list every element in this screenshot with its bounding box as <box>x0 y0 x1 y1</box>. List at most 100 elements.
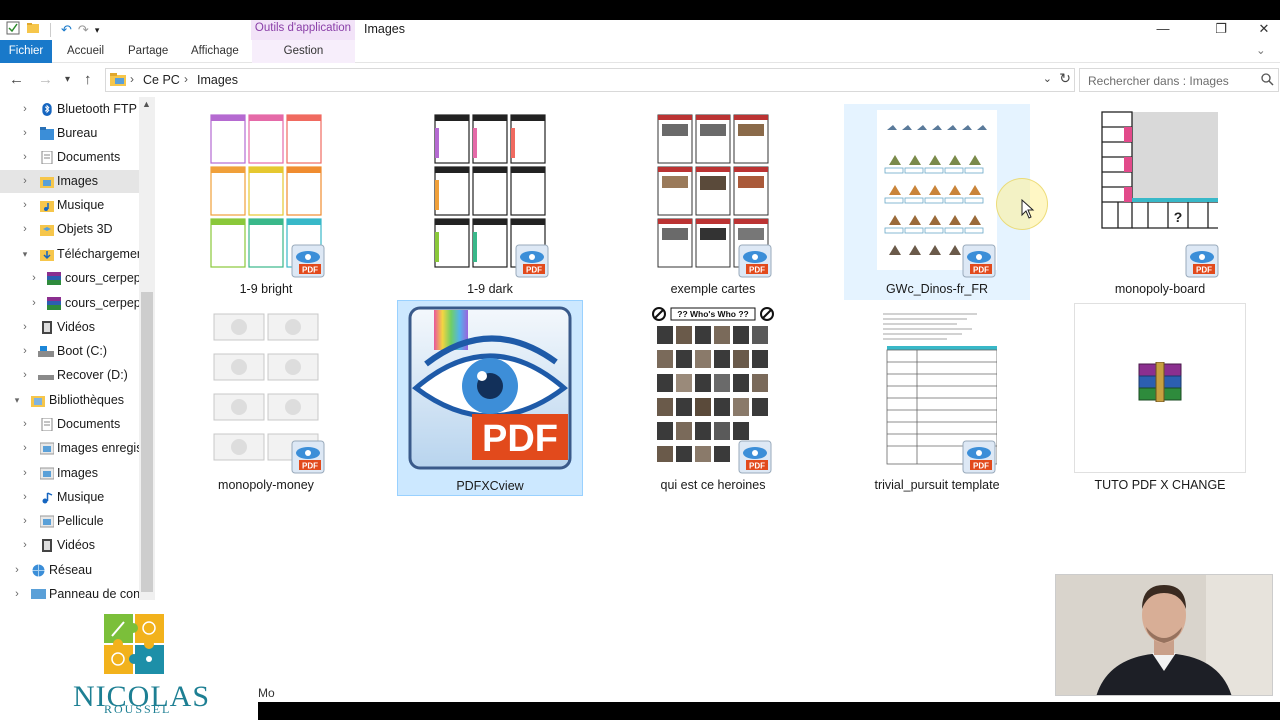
address-dropdown-icon[interactable]: ⌄ <box>1043 72 1052 85</box>
tab-fichier[interactable]: Fichier <box>0 40 52 63</box>
sidebar-item-label: cours_cerpep_ <box>65 296 139 310</box>
sidebar-item-lib-documents[interactable]: › Documents <box>0 413 139 436</box>
drive-icon <box>38 375 54 380</box>
search-icon[interactable] <box>1261 73 1274 86</box>
navigation-pane[interactable]: › Bluetooth FTP › Bureau › Documents › I… <box>0 97 155 600</box>
file-tile[interactable]: ? PDF monopoly-board <box>1067 104 1253 300</box>
file-tile[interactable]: TUTO PDF X CHANGE <box>1067 300 1253 496</box>
sidebar-item-objets-3d[interactable]: › Objets 3D <box>0 218 139 241</box>
expand-icon[interactable]: › <box>19 316 31 339</box>
presenter-video <box>1056 575 1272 695</box>
file-tile[interactable]: PDF trivial_pursuit template <box>844 300 1030 496</box>
sidebar-item-lib-musique[interactable]: › Musique <box>0 486 139 509</box>
minimize-button[interactable]: — <box>1140 20 1186 40</box>
expand-icon[interactable]: › <box>19 122 31 145</box>
expand-icon[interactable]: › <box>19 170 31 193</box>
application-tools-tab[interactable]: Outils d'application <box>251 20 355 40</box>
file-tile[interactable]: PDF 1-9 dark <box>397 104 583 300</box>
sidebar-item-videos[interactable]: › Vidéos <box>0 316 139 339</box>
sidebar-item-cours-cerpep-1[interactable]: › cours_cerpep_ <box>0 267 139 290</box>
search-box[interactable]: Rechercher dans : Images <box>1079 68 1279 92</box>
expand-icon[interactable]: › <box>19 218 31 241</box>
address-field[interactable]: › Ce PC › Images ⌄ ↻ <box>105 68 1075 92</box>
desktop-folder-icon <box>40 127 54 140</box>
expand-icon[interactable]: › <box>19 364 31 387</box>
tab-affichage[interactable]: Affichage <box>191 40 239 63</box>
tab-partage[interactable]: Partage <box>128 40 168 63</box>
refresh-icon[interactable]: ↻ <box>1059 70 1071 87</box>
sidebar-item-reseau[interactable]: › Réseau <box>0 559 139 582</box>
search-input[interactable]: Rechercher dans : Images <box>1088 74 1229 88</box>
expand-icon[interactable]: › <box>28 292 40 315</box>
pdf-xchange-badge-icon: PDF <box>738 440 772 474</box>
sidebar-item-telechargements[interactable]: ▾ Téléchargement <box>0 243 139 266</box>
expand-icon[interactable]: › <box>28 267 40 290</box>
redo-icon[interactable]: ↷ <box>78 21 89 39</box>
collapse-icon[interactable]: ▾ <box>19 243 31 266</box>
sidebar-item-panneau-de-configuration[interactable]: › Panneau de conf <box>0 583 139 600</box>
svg-text:PDF: PDF <box>973 266 989 275</box>
expand-icon[interactable]: › <box>19 437 31 460</box>
close-button[interactable]: ✕ <box>1248 20 1280 40</box>
expand-icon[interactable]: › <box>19 413 31 436</box>
sidebar-item-label: Bluetooth FTP <box>57 102 137 116</box>
restore-button[interactable]: ❐ <box>1198 20 1244 40</box>
file-view[interactable]: PDF 1-9 bright PDF 1-9 dark PDF exemple … <box>155 97 1280 600</box>
svg-text:PDF: PDF <box>973 462 989 471</box>
recent-locations-icon[interactable]: ▾ <box>65 74 70 85</box>
file-tile[interactable]: PDF exemple cartes <box>620 104 806 300</box>
pdf-xchange-badge-icon: PDF <box>962 440 996 474</box>
up-icon[interactable]: ↑ <box>84 71 92 88</box>
sidebar-item-musique[interactable]: › Musique <box>0 194 139 217</box>
sidebar-item-images-enregistrees[interactable]: › Images enregis <box>0 437 139 460</box>
window-title: Images <box>364 22 405 36</box>
expand-icon[interactable]: › <box>19 534 31 557</box>
sidebar-item-pellicule[interactable]: › Pellicule <box>0 510 139 533</box>
breadcrumb-ce-pc[interactable]: Ce PC <box>143 73 180 87</box>
breadcrumb-images[interactable]: Images <box>197 73 238 87</box>
sidebar-item-lib-videos[interactable]: › Vidéos <box>0 534 139 557</box>
pdf-xchange-badge-icon: PDF <box>738 244 772 278</box>
sidebar-item-bibliotheques[interactable]: ▾ Bibliothèques <box>0 389 139 412</box>
undo-icon[interactable]: ↶ <box>61 21 72 39</box>
expand-icon[interactable]: › <box>19 486 31 509</box>
videos-folder-icon <box>42 539 52 552</box>
sidebar-item-lib-images[interactable]: › Images <box>0 462 139 485</box>
sidebar-item-label: Images <box>57 466 98 480</box>
collapse-icon[interactable]: ▾ <box>11 389 23 412</box>
forward-icon[interactable]: → <box>38 71 53 88</box>
expand-icon[interactable]: › <box>19 510 31 533</box>
file-tile[interactable]: ?? Who's Who ?? PDF qui est ce heroines <box>620 300 806 496</box>
file-tile[interactable]: PDF monopoly-money <box>173 300 359 496</box>
file-name: 1-9 dark <box>467 282 513 296</box>
sidebar-item-bluetooth-ftp[interactable]: › Bluetooth FTP <box>0 98 139 121</box>
expand-icon[interactable]: › <box>19 462 31 485</box>
file-tile[interactable]: PDF 1-9 bright <box>173 104 359 300</box>
expand-icon[interactable]: › <box>19 98 31 121</box>
expand-icon[interactable]: › <box>19 194 31 217</box>
board-question-mark: ? <box>1174 209 1183 225</box>
properties-icon[interactable] <box>6 21 20 40</box>
scroll-up-icon[interactable]: ▲ <box>142 99 151 109</box>
scrollbar-thumb[interactable] <box>141 292 153 592</box>
whos-who-title: ?? Who's Who ?? <box>677 309 748 319</box>
tab-accueil[interactable]: Accueil <box>67 40 104 63</box>
sidebar-item-boot-c[interactable]: › Boot (C:) <box>0 340 139 363</box>
expand-icon[interactable]: › <box>11 559 23 582</box>
file-tile-selected[interactable]: PDF PDFXCview <box>397 300 583 496</box>
expand-icon[interactable]: › <box>19 340 31 363</box>
navigation-scrollbar[interactable]: ▲ <box>139 97 155 600</box>
back-icon[interactable]: ← <box>9 71 24 88</box>
sidebar-item-documents[interactable]: › Documents <box>0 146 139 169</box>
sidebar-item-bureau[interactable]: › Bureau <box>0 122 139 145</box>
sidebar-item-images[interactable]: › Images <box>0 170 139 193</box>
expand-icon[interactable]: › <box>11 583 23 600</box>
qat-dropdown-icon[interactable]: ▾ <box>95 21 100 39</box>
new-folder-icon[interactable] <box>26 21 40 40</box>
ribbon-expand-icon[interactable]: ⌄ <box>1256 40 1266 63</box>
sidebar-item-cours-cerpep-2[interactable]: › cours_cerpep_ <box>0 292 139 315</box>
sidebar-item-recover-d[interactable]: › Recover (D:) <box>0 364 139 387</box>
svg-text:PDF: PDF <box>749 462 765 471</box>
tab-gestion[interactable]: Gestion <box>252 40 355 63</box>
expand-icon[interactable]: › <box>19 146 31 169</box>
